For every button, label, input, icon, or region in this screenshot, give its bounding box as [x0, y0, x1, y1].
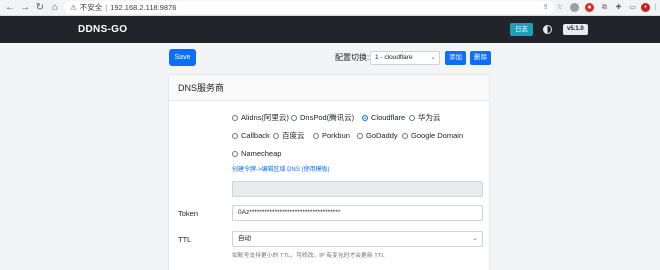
provider-radio-alidns[interactable]: Alidns(阿里云) [232, 113, 289, 123]
save-button[interactable]: Save [169, 49, 196, 66]
radio-icon [402, 132, 408, 139]
provider-radio-callback[interactable]: Callback [232, 131, 270, 141]
provider-radio-google-domain[interactable]: Google Domain [402, 131, 463, 141]
brand-title[interactable]: DDNS-GO [78, 16, 127, 43]
avatar[interactable]: • [641, 3, 650, 12]
security-label: 不安全 [79, 3, 103, 12]
warning-icon: ⚠ [70, 3, 77, 12]
log-button[interactable]: 日志 [510, 23, 533, 36]
url-text: 192.168.2.118:9876 [110, 3, 177, 12]
provider-radio-baidu[interactable]: 百度云 [273, 131, 305, 141]
chevron-down-icon: ⌄ [430, 54, 436, 61]
create-token-link[interactable]: 创建令牌->编辑区域 DNS (使用模板) [232, 164, 330, 173]
provider-radio-cloudflare[interactable]: Cloudflare [362, 113, 405, 123]
radio-icon [232, 150, 238, 157]
radio-icon [313, 132, 319, 139]
radio-icon [357, 132, 363, 139]
token-input[interactable]: 0Az************************************ [232, 205, 483, 221]
reload-icon[interactable]: ↻ [34, 2, 46, 14]
radio-icon [409, 114, 415, 121]
extension-icon[interactable] [570, 3, 579, 12]
radio-icon [291, 114, 297, 121]
home-icon[interactable]: ⌂ [49, 2, 61, 14]
token-value: 0Az************************************ [238, 209, 341, 216]
radio-icon [232, 114, 238, 121]
puzzle-icon[interactable]: ✚ [614, 3, 623, 12]
provider-radio-dnspod[interactable]: DnsPod(腾讯云) [291, 113, 354, 123]
share-icon[interactable]: ⇪ [541, 3, 550, 12]
ttl-select[interactable]: 自动 ⌄ [232, 231, 483, 247]
forward-icon[interactable]: → [19, 2, 31, 14]
app-navbar: DDNS-GO 日志 v5.1.0 [0, 16, 660, 43]
token-label: Token [178, 209, 199, 218]
copy-icon[interactable]: ⧉ [600, 3, 609, 12]
delete-config-button[interactable]: 删除 [470, 51, 491, 65]
add-config-button[interactable]: 添加 [445, 51, 466, 65]
browser-toolbar: ← → ↻ ⌂ ⚠ 不安全 | 192.168.2.118:9876 ⇪ ☆ ● ⧉ … [0, 0, 660, 16]
menu-icon[interactable]: ⋮ [652, 3, 659, 12]
dns-provider-card: DNS服务商 Alidns(阿里云) DnsPod(腾讯云) Cloudflar… [168, 74, 490, 270]
theme-toggle-icon[interactable] [543, 25, 552, 34]
provider-radio-huawei[interactable]: 华为云 [409, 113, 441, 123]
provider-radio-namecheap[interactable]: Namecheap [232, 149, 281, 159]
config-switch-label: 配置切换: [335, 53, 370, 62]
radio-checked-icon [362, 114, 368, 121]
disabled-id-field [232, 181, 483, 197]
radio-icon [232, 132, 238, 139]
card-title: DNS服务商 [178, 83, 225, 93]
back-icon[interactable]: ← [4, 2, 16, 14]
star-icon[interactable]: ☆ [555, 3, 564, 12]
version-badge: v5.1.0 [563, 24, 588, 35]
address-bar[interactable]: ⚠ 不安全 | 192.168.2.118:9876 [64, 1, 554, 14]
adblock-icon[interactable]: ● [585, 3, 594, 12]
radio-icon [273, 132, 279, 139]
provider-radio-porkbun[interactable]: Porkbun [313, 131, 350, 141]
ttl-label: TTL [178, 235, 192, 244]
sidebar-icon[interactable]: ▭ [628, 3, 637, 12]
chevron-down-icon: ⌄ [472, 235, 478, 242]
config-selected-value: 1 - cloudflare [375, 54, 413, 61]
ttl-hint: 如账号支持更小的 TTL，可修改。IP 有变化时才会更新 TTL [232, 253, 385, 259]
config-select[interactable]: 1 - cloudflare ⌄ [370, 51, 440, 65]
ttl-selected-value: 自动 [238, 235, 251, 242]
provider-radio-godaddy[interactable]: GoDaddy [357, 131, 398, 141]
card-header: DNS服务商 [169, 75, 489, 101]
